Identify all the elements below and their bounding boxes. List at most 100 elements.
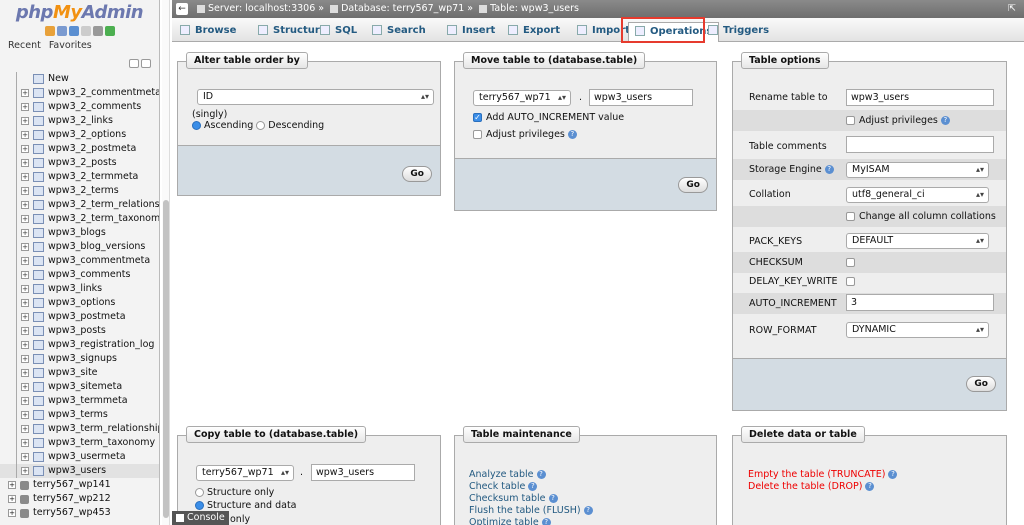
tree-table-item[interactable]: + wpw3_termmeta (0, 394, 159, 408)
move-db-select[interactable]: terry567_wp71 ▴▾ (473, 90, 571, 106)
collapse-all-icon[interactable] (129, 59, 139, 68)
tree-table-item[interactable]: + wpw3_links (0, 282, 159, 296)
expand-icon[interactable]: + (21, 145, 29, 153)
adjust-privileges-checkbox[interactable] (846, 116, 855, 125)
collation-select[interactable]: utf8_general_ci ▴▾ (846, 187, 989, 203)
tree-table-item[interactable]: + wpw3_2_options (0, 128, 159, 142)
tree-table-item[interactable]: + wpw3_blog_versions (0, 240, 159, 254)
tree-table-item[interactable]: + wpw3_2_comments (0, 100, 159, 114)
expand-icon[interactable]: + (21, 327, 29, 335)
tree-database-item[interactable]: + terry567_wp453 (0, 506, 159, 520)
tree-table-item[interactable]: + wpw3_term_relationships (0, 422, 159, 436)
tree-table-item[interactable]: + wpw3_2_postmeta (0, 142, 159, 156)
drop-link[interactable]: Delete the table (DROP) (748, 481, 862, 492)
nav-tab-recent[interactable]: Recent (8, 40, 41, 51)
scroll-thumb[interactable] (163, 200, 169, 518)
tree-table-item[interactable]: + wpw3_usermeta (0, 450, 159, 464)
expand-icon[interactable]: + (21, 271, 29, 279)
tree-table-item[interactable]: + wpw3_users (0, 464, 159, 478)
gear-icon[interactable] (92, 26, 103, 36)
expand-icon[interactable]: + (21, 467, 29, 475)
tree-table-item[interactable]: + wpw3_signups (0, 352, 159, 366)
maintenance-link[interactable]: Check table (469, 481, 525, 492)
breadcrumb-database[interactable]: Database: terry567_wp71 (341, 3, 464, 14)
help-icon[interactable]: ? (567, 130, 577, 139)
descending-radio[interactable] (256, 121, 266, 130)
tree-table-item[interactable]: + wpw3_comments (0, 268, 159, 282)
help-icon[interactable]: ? (583, 506, 593, 515)
truncate-link[interactable]: Empty the table (TRUNCATE) (748, 469, 885, 480)
tree-table-item[interactable]: + wpw3_2_posts (0, 156, 159, 170)
expand-icon[interactable]: + (21, 425, 29, 433)
tab-browse[interactable]: Browse (180, 22, 236, 42)
expand-icon[interactable]: + (21, 131, 29, 139)
link-icon[interactable] (141, 59, 151, 68)
move-table-input[interactable]: wpw3_users (589, 89, 693, 106)
pack-keys-select[interactable]: DEFAULT ▴▾ (846, 233, 989, 249)
expand-icon[interactable]: + (21, 453, 29, 461)
expand-icon[interactable]: + (21, 285, 29, 293)
expand-icon[interactable]: + (21, 397, 29, 405)
expand-icon[interactable]: + (8, 495, 16, 503)
reload-icon[interactable] (104, 26, 115, 36)
move-adjust-privileges-checkbox[interactable] (473, 130, 482, 139)
tab-search[interactable]: Search (372, 22, 426, 42)
tree-table-item[interactable]: + wpw3_blogs (0, 226, 159, 240)
console-toggle[interactable]: Console (172, 511, 229, 525)
order-column-select[interactable]: ID ▴▾ (197, 89, 434, 105)
structure-data-radio[interactable] (195, 501, 204, 510)
expand-icon[interactable]: + (21, 159, 29, 167)
tree-table-item[interactable]: + wpw3_posts (0, 324, 159, 338)
expand-icon[interactable]: + (8, 509, 16, 517)
nav-scrollbar[interactable] (162, 0, 170, 525)
expand-icon[interactable]: + (21, 215, 29, 223)
expand-icon[interactable]: + (21, 313, 29, 321)
expand-icon[interactable]: + (8, 481, 16, 489)
help-icon[interactable]: ? (888, 470, 898, 479)
breadcrumb-table[interactable]: Table: wpw3_users (490, 3, 579, 14)
auto-increment-input[interactable]: 3 (846, 294, 994, 311)
help-icon[interactable]: ? (940, 116, 950, 125)
tab-insert[interactable]: Insert (447, 22, 495, 42)
comments-input[interactable] (846, 136, 994, 153)
maintenance-link[interactable]: Optimize table (469, 517, 539, 525)
ascending-radio[interactable] (192, 121, 201, 130)
delay-key-write-checkbox[interactable] (846, 277, 855, 286)
tree-table-item[interactable]: +wpw3_2_term_relationship (0, 198, 159, 212)
expand-icon[interactable]: + (21, 201, 29, 209)
help-icon[interactable]: ? (541, 518, 551, 525)
expand-icon[interactable]: + (21, 299, 29, 307)
tree-table-item[interactable]: + wpw3_postmeta (0, 310, 159, 324)
options-go-button[interactable]: Go (966, 376, 996, 392)
tree-database-item[interactable]: + terry567_wp212 (0, 492, 159, 506)
move-go-button[interactable]: Go (678, 177, 708, 193)
expand-icon[interactable]: + (21, 103, 29, 111)
expand-icon[interactable]: + (21, 257, 29, 265)
tree-table-item[interactable]: + wpw3_2_terms (0, 184, 159, 198)
tab-triggers[interactable]: Triggers (708, 22, 769, 42)
tree-table-item[interactable]: + wpw3_site (0, 366, 159, 380)
tree-table-item[interactable]: + wpw3_2_links (0, 114, 159, 128)
tree-table-item[interactable]: + wpw3_2_termmeta (0, 170, 159, 184)
help-icon[interactable]: ? (548, 494, 558, 503)
tree-database-item[interactable]: + terry567_wp141 (0, 478, 159, 492)
home-icon[interactable] (44, 26, 55, 36)
expand-icon[interactable]: + (21, 187, 29, 195)
structure-only-radio[interactable] (195, 488, 204, 497)
logout-icon[interactable] (56, 26, 67, 36)
nav-tab-favorites[interactable]: Favorites (49, 40, 92, 51)
expand-icon[interactable]: + (21, 243, 29, 251)
help-icon[interactable] (68, 26, 79, 36)
tree-table-item[interactable]: + wpw3_options (0, 296, 159, 310)
collapse-icon[interactable]: ⇱ (1008, 0, 1016, 18)
expand-icon[interactable]: + (21, 117, 29, 125)
help-icon[interactable]: ? (824, 165, 834, 174)
tab-export[interactable]: Export (508, 22, 560, 42)
expand-icon[interactable]: + (21, 439, 29, 447)
tree-table-item[interactable]: + wpw3_terms (0, 408, 159, 422)
tree-table-item[interactable]: + wpw3_2_commentmeta (0, 86, 159, 100)
tree-table-item[interactable]: + wpw3_sitemeta (0, 380, 159, 394)
help-icon[interactable]: ? (528, 482, 538, 491)
help-icon[interactable]: ? (536, 470, 546, 479)
expand-icon[interactable]: + (21, 341, 29, 349)
